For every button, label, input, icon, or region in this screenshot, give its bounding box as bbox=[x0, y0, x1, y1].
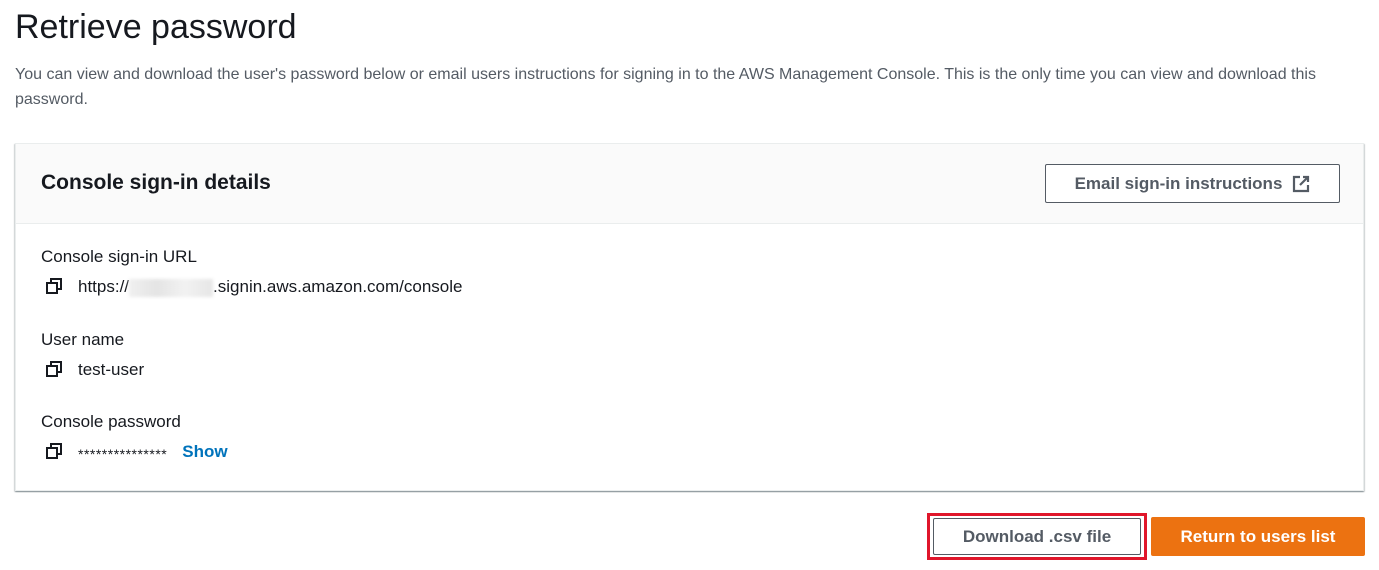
sign-in-url-label: Console sign-in URL bbox=[41, 247, 197, 266]
copy-icon[interactable] bbox=[45, 360, 65, 380]
download-csv-button[interactable]: Download .csv file bbox=[933, 518, 1141, 555]
return-to-users-list-button[interactable]: Return to users list bbox=[1151, 517, 1365, 556]
sign-in-url-row: https:// .signin.aws.amazon.com/console bbox=[45, 275, 463, 299]
page-title: Retrieve password bbox=[15, 8, 297, 46]
card-header: Console sign-in details Email sign-in in… bbox=[16, 144, 1363, 224]
copy-icon[interactable] bbox=[45, 277, 65, 297]
page-description: You can view and download the user's pas… bbox=[15, 66, 1316, 108]
card-title: Console sign-in details bbox=[41, 171, 271, 194]
external-link-icon bbox=[1292, 175, 1310, 193]
console-sign-in-details-card: Console sign-in details Email sign-in in… bbox=[15, 143, 1364, 491]
redacted-account-id bbox=[129, 278, 214, 297]
sign-in-url-value: https:// .signin.aws.amazon.com/console bbox=[78, 276, 463, 298]
user-name-row: test-user bbox=[45, 358, 144, 382]
user-name-value: test-user bbox=[78, 360, 145, 379]
user-name-label: User name bbox=[41, 330, 125, 349]
email-sign-in-instructions-label: Email sign-in instructions bbox=[1074, 173, 1283, 193]
console-password-label: Console password bbox=[41, 412, 181, 431]
copy-icon[interactable] bbox=[45, 442, 65, 462]
sign-in-url-prefix: https:// bbox=[78, 277, 130, 296]
masked-password: *************** bbox=[78, 446, 168, 462]
show-password-link[interactable]: Show bbox=[182, 442, 227, 462]
sign-in-url-suffix: .signin.aws.amazon.com/console bbox=[213, 277, 463, 296]
email-sign-in-instructions-button[interactable]: Email sign-in instructions bbox=[1045, 164, 1340, 203]
console-password-row: *************** Show bbox=[45, 440, 228, 464]
